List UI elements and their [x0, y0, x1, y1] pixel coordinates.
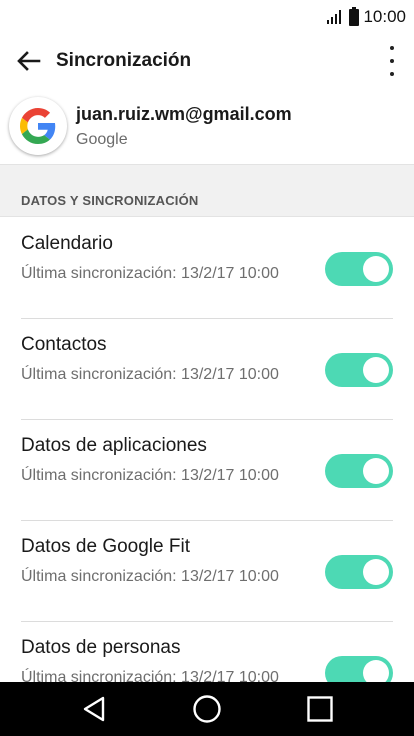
- sync-item-subtitle: Última sincronización: 13/2/17 10:00: [21, 467, 279, 484]
- recents-square-icon[interactable]: [290, 682, 350, 736]
- status-time: 10:00: [363, 7, 406, 26]
- sync-toggle[interactable]: [325, 454, 393, 488]
- status-bar: 10:00: [0, 0, 414, 34]
- back-triangle-icon[interactable]: [64, 682, 124, 736]
- sync-list: Calendario Última sincronización: 13/2/1…: [0, 218, 414, 723]
- sync-item-subtitle: Última sincronización: 13/2/17 10:00: [21, 265, 279, 282]
- section-band: DATOS Y SINCRONIZACIÓN: [0, 164, 414, 217]
- page-title: Sincronización: [56, 50, 192, 71]
- sync-item-title: Contactos: [21, 334, 107, 355]
- nav-bar: [0, 682, 414, 736]
- account-header: juan.ruiz.wm@gmail.com Google: [0, 88, 414, 164]
- sync-item-subtitle: Última sincronización: 13/2/17 10:00: [21, 366, 279, 383]
- sync-toggle[interactable]: [325, 555, 393, 589]
- account-provider: Google: [76, 131, 128, 148]
- sync-item-subtitle: Última sincronización: 13/2/17 10:00: [21, 568, 279, 585]
- toggle-thumb: [363, 357, 389, 383]
- battery-icon: [349, 6, 360, 26]
- home-circle-icon[interactable]: [177, 682, 237, 736]
- sync-item-title: Datos de personas: [21, 637, 181, 658]
- account-email: juan.ruiz.wm@gmail.com: [76, 104, 292, 124]
- sync-item-contactos[interactable]: Contactos Última sincronización: 13/2/17…: [21, 319, 393, 420]
- toggle-thumb: [363, 458, 389, 484]
- sync-item-title: Calendario: [21, 233, 113, 254]
- sync-toggle[interactable]: [325, 353, 393, 387]
- more-vert-icon[interactable]: [384, 46, 400, 76]
- sync-item-datos-aplicaciones[interactable]: Datos de aplicaciones Última sincronizac…: [21, 420, 393, 521]
- sync-item-google-fit[interactable]: Datos de Google Fit Última sincronizació…: [21, 521, 393, 622]
- toggle-thumb: [363, 256, 389, 282]
- sync-toggle[interactable]: [325, 252, 393, 286]
- sync-item-title: Datos de Google Fit: [21, 536, 190, 557]
- sync-item-calendario[interactable]: Calendario Última sincronización: 13/2/1…: [21, 218, 393, 319]
- app-bar: Sincronización: [0, 34, 414, 88]
- sync-item-title: Datos de aplicaciones: [21, 435, 207, 456]
- arrow-left-icon[interactable]: [0, 34, 56, 88]
- toggle-thumb: [363, 559, 389, 585]
- google-g-icon: [9, 97, 67, 155]
- section-header: DATOS Y SINCRONIZACIÓN: [21, 193, 199, 208]
- signal-icon: [327, 10, 342, 24]
